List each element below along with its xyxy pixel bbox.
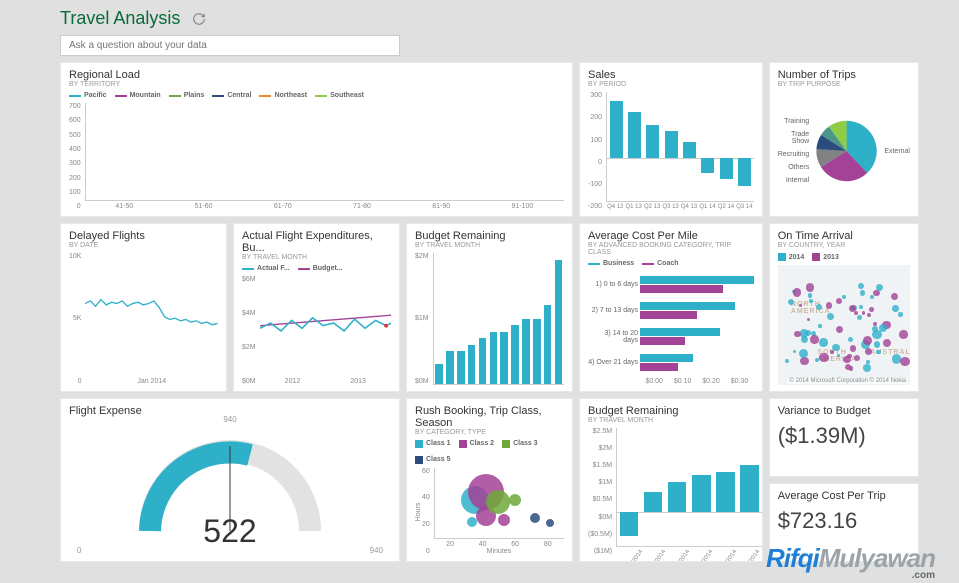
tile-subtitle: BY CATEGORY, TYPE <box>415 429 564 436</box>
tile-title: Budget Remaining <box>415 230 564 242</box>
legend-item: Northeast <box>274 92 307 99</box>
gauge-value: 522 <box>203 513 256 550</box>
pie-label: Others <box>778 164 810 171</box>
tile-avg-cost-per-mile[interactable]: Average Cost Per Mile BY ADVANCED BOOKIN… <box>579 223 763 391</box>
bar-chart: $2.5M$2M$1.5M$1M$0.5M$0M($0.5M)($1M) 1/1… <box>588 428 754 555</box>
legend-item: Actual F... <box>257 265 290 272</box>
tile-regional-load[interactable]: Regional Load BY TERRITORY Pacific Mount… <box>60 62 573 217</box>
tile-sales[interactable]: Sales BY PERIOD 3002001000-100-200 Q4 12… <box>579 62 763 217</box>
gauge-mid: 940 <box>223 415 236 424</box>
tile-budget-remaining[interactable]: Budget Remaining BY TRAVEL MONTH $2.5M$2… <box>579 398 763 562</box>
legend-item: Coach <box>657 260 678 267</box>
tile-flight-expense[interactable]: Flight Expense 0 940 940 522 <box>60 398 400 562</box>
legend-item: 2013 <box>823 254 839 261</box>
legend-item: Mountain <box>130 92 161 99</box>
tile-subtitle: BY TRAVEL MONTH <box>588 417 754 424</box>
tile-actual-expenditures[interactable]: Actual Flight Expenditures, Bu... BY TRA… <box>233 223 400 391</box>
qna-input[interactable] <box>60 35 400 56</box>
tile-subtitle: BY TRIP PURPOSE <box>778 81 910 88</box>
kpi-value: ($1.39M) <box>778 423 910 449</box>
legend-item: Business <box>603 260 634 267</box>
legend-item: Class 2 <box>470 440 495 447</box>
tile-title: Regional Load <box>69 69 564 81</box>
line-chart: 10K5K0 Jan 2014 <box>69 253 218 384</box>
tile-subtitle: BY DATE <box>69 242 218 249</box>
tile-title: Delayed Flights <box>69 230 218 242</box>
pie-label: External <box>884 148 910 155</box>
legend-item: Class 5 <box>426 456 451 463</box>
pie-chart: Training Trade Show Recruiting Others In… <box>778 92 910 210</box>
pie-label: Internal <box>778 177 810 184</box>
pie-label: Trade Show <box>778 131 810 145</box>
legend-item: Southeast <box>330 92 364 99</box>
bar-chart: $2M$1M$0M <box>415 253 564 384</box>
tile-title: Average Cost Per Trip <box>778 490 910 502</box>
world-map[interactable]: NORTHAMERICA SOUTHAMERICA AUSTRALIA © 20… <box>778 265 910 384</box>
kpi-value: $723.16 <box>778 508 910 534</box>
refresh-icon[interactable] <box>192 12 206 26</box>
bar-chart: 3002001000-100-200 Q4 12Q1 13Q2 13Q3 13Q… <box>588 92 754 210</box>
bubble-chart: Hours 6040200 20406080 Minutes <box>415 468 564 555</box>
tile-title: Number of Trips <box>778 69 910 81</box>
pie-label: Recruiting <box>778 151 810 158</box>
tile-grid: Regional Load BY TERRITORY Pacific Mount… <box>60 62 919 562</box>
line-chart: $6M$4M$2M$0M 20122013 <box>242 276 391 384</box>
gauge-max: 940 <box>370 546 383 555</box>
legend: Pacific Mountain Plains Central Northeas… <box>69 92 564 99</box>
tile-budget-remaining-small[interactable]: Budget Remaining BY TRAVEL MONTH $2M$1M$… <box>406 223 573 391</box>
tile-title: On Time Arrival <box>778 230 910 242</box>
tile-subtitle: BY COUNTRY, YEAR <box>778 242 910 249</box>
legend-item: Class 3 <box>513 440 538 447</box>
dashboard-page: Travel Analysis Regional Load BY TERRITO… <box>0 0 959 583</box>
tile-subtitle: BY PERIOD <box>588 81 754 88</box>
hbar-chart: 1) 0 to 6 days2) 7 to 13 days3) 14 to 20… <box>588 271 754 375</box>
legend-item: Central <box>227 92 251 99</box>
legend-item: Budget... <box>313 265 343 272</box>
legend-item: Plains <box>184 92 205 99</box>
tile-subtitle: BY TRAVEL MONTH <box>415 242 564 249</box>
tile-title: Actual Flight Expenditures, Bu... <box>242 230 391 254</box>
pie-label: Training <box>778 118 810 125</box>
tile-title: Budget Remaining <box>588 405 754 417</box>
header: Travel Analysis <box>60 8 919 29</box>
tile-title: Variance to Budget <box>778 405 910 417</box>
tile-subtitle: BY TERRITORY <box>69 81 564 88</box>
tile-subtitle: BY TRAVEL MONTH <box>242 254 391 261</box>
map-credit: © 2014 Microsoft Corporation © 2014 Noki… <box>787 378 908 384</box>
gauge-min: 0 <box>77 546 81 555</box>
legend-item: 2014 <box>789 254 805 261</box>
tile-title: Rush Booking, Trip Class, Season <box>415 405 564 429</box>
legend-item: Class 1 <box>426 440 451 447</box>
gauge-chart: 0 940 940 522 <box>69 417 391 555</box>
tile-title: Sales <box>588 69 754 81</box>
tile-subtitle: BY ADVANCED BOOKING CATEGORY, TRIP CLASS <box>588 242 754 256</box>
tile-delayed-flights[interactable]: Delayed Flights BY DATE 10K5K0 Jan 2014 <box>60 223 227 391</box>
tile-rush-booking[interactable]: Rush Booking, Trip Class, Season BY CATE… <box>406 398 573 562</box>
tile-trips[interactable]: Number of Trips BY TRIP PURPOSE Training… <box>769 62 919 217</box>
stacked-bar-chart: 7006005004003002001000 41-5051-6061-7071… <box>69 103 564 210</box>
page-title: Travel Analysis <box>60 8 180 29</box>
tile-on-time-arrival[interactable]: On Time Arrival BY COUNTRY, YEAR 2014 201… <box>769 223 919 391</box>
tile-title: Average Cost Per Mile <box>588 230 754 242</box>
tile-variance-to-budget[interactable]: Variance to Budget ($1.39M) <box>769 398 919 477</box>
legend-item: Pacific <box>84 92 107 99</box>
tile-avg-cost-per-trip[interactable]: Average Cost Per Trip $723.16 <box>769 483 919 562</box>
